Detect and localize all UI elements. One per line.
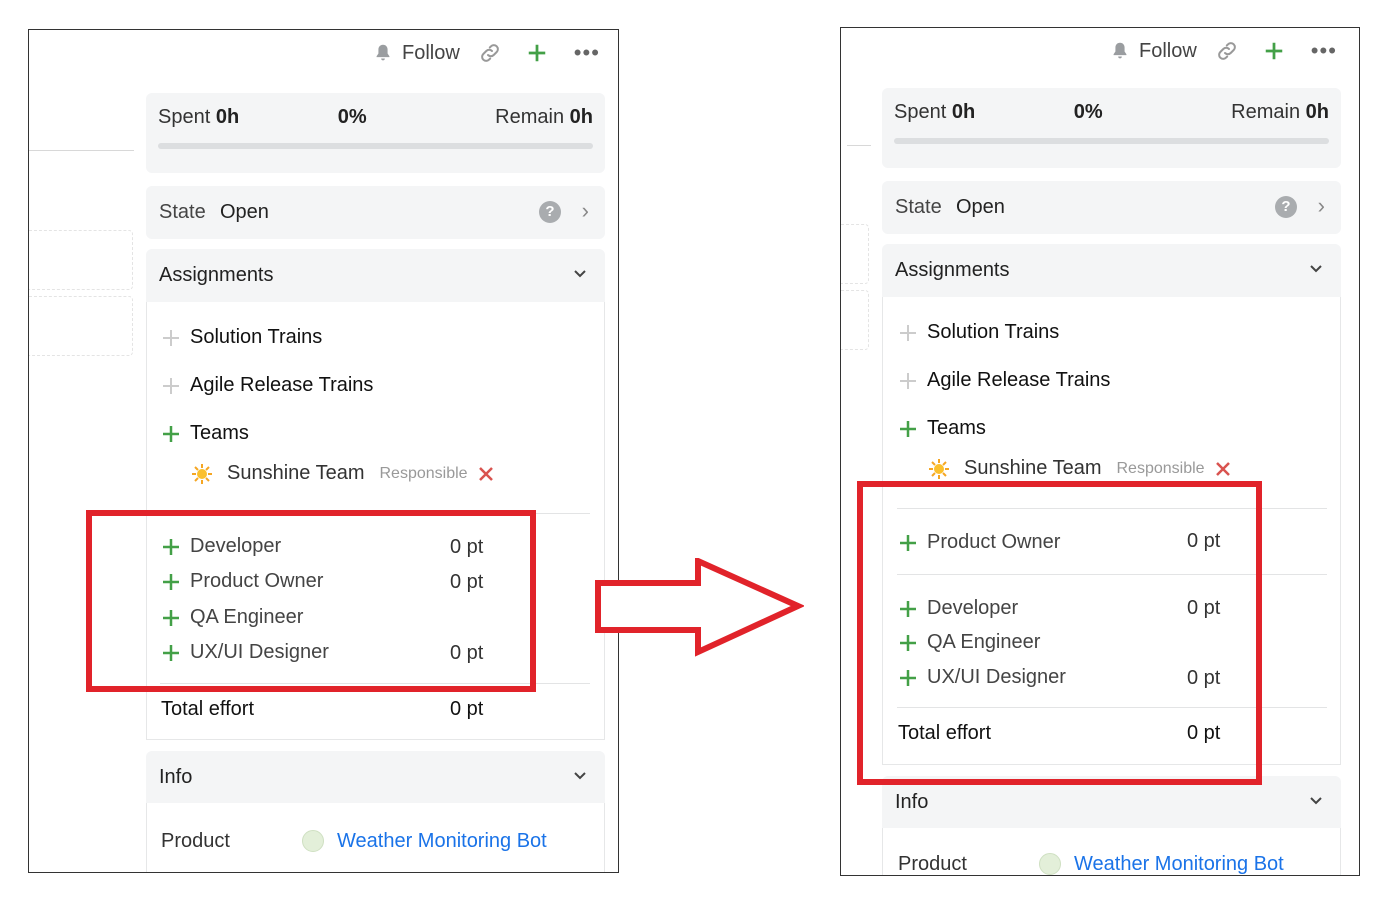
product-label: Product <box>161 830 230 852</box>
percent-text: 0% <box>1073 101 1103 123</box>
chevron-right-icon[interactable]: › <box>1318 193 1325 219</box>
team-row[interactable]: Sunshine Team Responsible <box>928 457 1231 480</box>
total-effort-label: Total effort <box>161 698 255 720</box>
team-role: Responsible <box>379 464 468 482</box>
info-title: Info <box>895 791 929 813</box>
state-value: Open <box>956 196 1005 218</box>
follow-button[interactable]: Follow <box>1139 40 1197 63</box>
add-icon[interactable] <box>899 324 917 342</box>
highlight-box-before <box>86 510 536 692</box>
group-teams[interactable]: Teams <box>162 422 249 445</box>
sun-icon <box>192 463 212 484</box>
remove-icon[interactable] <box>478 466 494 482</box>
product-icon <box>1039 853 1061 875</box>
chevron-down-icon[interactable] <box>573 769 587 783</box>
team-name[interactable]: Sunshine Team <box>964 457 1102 480</box>
state-label: State <box>895 196 942 218</box>
add-icon[interactable] <box>162 329 180 347</box>
toolbar: Follow ••• <box>372 41 600 65</box>
remain-text: Remain 0h <box>1231 101 1329 123</box>
spent-text: Spent 0h <box>894 101 976 123</box>
right-arrow-icon <box>595 558 804 657</box>
product-link[interactable]: Weather Monitoring Bot <box>1074 853 1284 875</box>
time-summary: Spent 0h 0% Remain 0h <box>146 93 605 173</box>
bell-icon[interactable] <box>1109 40 1131 62</box>
group-teams[interactable]: Teams <box>899 417 986 440</box>
toolbar: Follow ••• <box>1109 39 1337 63</box>
group-agile-release-trains[interactable]: Agile Release Trains <box>162 374 373 397</box>
team-role: Responsible <box>1116 459 1205 477</box>
remain-text: Remain 0h <box>495 106 593 128</box>
remove-icon[interactable] <box>1215 461 1231 477</box>
ghost-divider <box>847 145 871 146</box>
group-solution-trains[interactable]: Solution Trains <box>162 326 322 349</box>
ghost-box <box>29 230 133 290</box>
more-icon[interactable]: ••• <box>1311 40 1337 62</box>
help-icon[interactable]: ? <box>539 201 561 223</box>
product-label: Product <box>898 853 967 875</box>
state-label: State <box>159 201 206 223</box>
link-icon[interactable] <box>478 41 502 65</box>
team-name[interactable]: Sunshine Team <box>227 462 365 485</box>
time-summary: Spent 0h 0% Remain 0h <box>882 88 1341 168</box>
assignments-header[interactable]: Assignments <box>882 244 1341 297</box>
sun-icon <box>929 458 949 479</box>
progress-bar <box>894 138 1329 144</box>
add-icon[interactable] <box>899 420 917 438</box>
chevron-down-icon[interactable] <box>1309 262 1323 276</box>
info-title: Info <box>159 766 193 788</box>
percent-text: 0% <box>337 106 367 128</box>
ghost-box <box>29 296 133 356</box>
assignments-header[interactable]: Assignments <box>146 249 605 302</box>
state-value: Open <box>220 201 269 223</box>
add-icon[interactable] <box>526 42 548 64</box>
more-icon[interactable]: ••• <box>574 42 600 64</box>
add-icon[interactable] <box>162 425 180 443</box>
assignments-title: Assignments <box>159 264 274 286</box>
link-icon[interactable] <box>1215 39 1239 63</box>
ghost-box <box>841 224 869 284</box>
ghost-box <box>841 290 869 350</box>
spent-text: Spent 0h <box>158 106 240 128</box>
help-icon[interactable]: ? <box>1275 196 1297 218</box>
assignments-title: Assignments <box>895 259 1010 281</box>
group-solution-trains[interactable]: Solution Trains <box>899 321 1059 344</box>
progress-bar <box>158 143 593 149</box>
follow-button[interactable]: Follow <box>402 42 460 65</box>
ghost-divider <box>29 150 134 151</box>
product-link[interactable]: Weather Monitoring Bot <box>337 830 547 853</box>
state-row[interactable]: State Open ? › <box>146 186 605 239</box>
chevron-down-icon[interactable] <box>1309 794 1323 808</box>
chevron-down-icon[interactable] <box>573 267 587 281</box>
chevron-right-icon[interactable]: › <box>582 198 589 224</box>
bell-icon[interactable] <box>372 42 394 64</box>
product-icon <box>302 830 324 852</box>
total-effort-value: 0 pt <box>450 698 484 720</box>
group-agile-release-trains[interactable]: Agile Release Trains <box>899 369 1110 392</box>
highlight-box-after <box>857 481 1262 785</box>
state-row[interactable]: State Open ? › <box>882 181 1341 234</box>
add-icon[interactable] <box>899 372 917 390</box>
before-panel: Follow ••• Spent 0h 0% Remain 0h State O… <box>28 29 619 873</box>
info-header[interactable]: Info <box>146 751 605 803</box>
add-icon[interactable] <box>1263 40 1285 62</box>
team-row[interactable]: Sunshine Team Responsible <box>191 462 494 485</box>
add-icon[interactable] <box>162 377 180 395</box>
